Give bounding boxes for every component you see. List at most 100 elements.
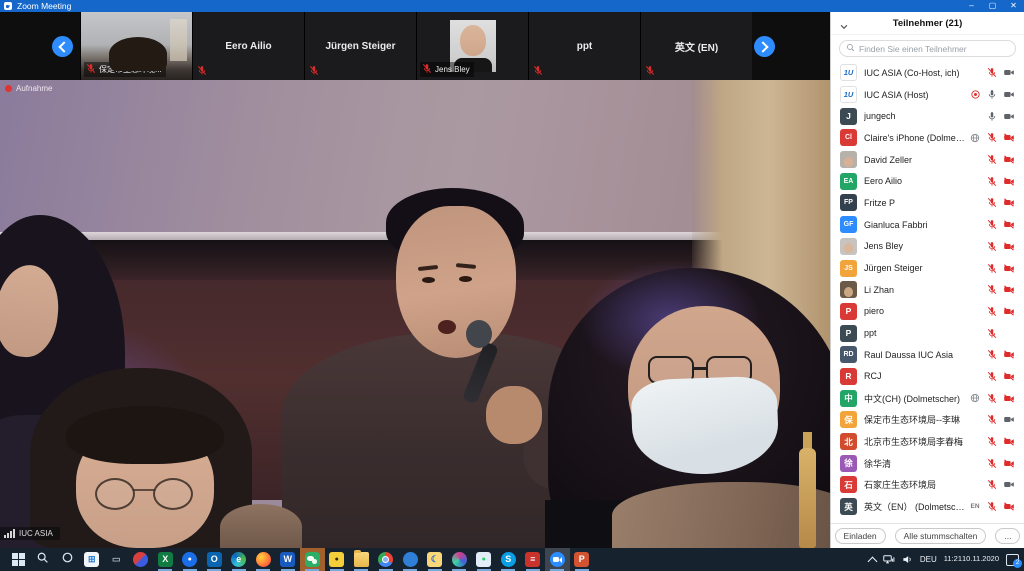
- participant-row[interactable]: 北北京市生态环境局李春梅: [831, 431, 1024, 453]
- filmstrip-tile[interactable]: Eero Ailio: [192, 12, 304, 80]
- search-input[interactable]: Finden Sie einen Teilnehmer: [839, 40, 1016, 57]
- whatsapp-icon[interactable]: ●: [472, 548, 497, 571]
- mic-muted-icon: [986, 262, 998, 274]
- participant-row[interactable]: 英英文（EN） (Dolmetscher)EN: [831, 496, 1024, 518]
- video-off-icon: [1003, 392, 1015, 404]
- participant-name: Gianluca Fabbri: [864, 220, 982, 230]
- skype-icon[interactable]: S: [496, 548, 521, 571]
- front-woman-bangs: [66, 406, 224, 464]
- filmstrip-next-button[interactable]: [754, 36, 775, 57]
- search-button[interactable]: [31, 548, 56, 571]
- active-speaker-badge: IUC ASIA: [0, 527, 60, 540]
- taskbar-icons: ⊞▭X●OeW●☾●S≡P: [6, 548, 594, 571]
- invite-button[interactable]: Einladen: [835, 528, 886, 544]
- store-icon[interactable]: ⊞: [80, 548, 105, 571]
- word-icon[interactable]: W: [276, 548, 301, 571]
- participant-row[interactable]: Jjungech: [831, 105, 1024, 127]
- meeting-app-icon[interactable]: ●: [178, 548, 203, 571]
- participant-row[interactable]: Li Zhan: [831, 279, 1024, 301]
- clock[interactable]: 11:21 10.11.2020: [944, 555, 999, 564]
- participant-avatar: 石: [840, 476, 857, 493]
- maximize-button[interactable]: ▢: [982, 0, 1003, 12]
- firefox-icon[interactable]: [251, 548, 276, 571]
- video-on-icon: [1003, 67, 1015, 79]
- participant-row[interactable]: David Zeller: [831, 149, 1024, 171]
- participant-row[interactable]: ClClaire's iPhone (Dolmetscher): [831, 127, 1024, 149]
- participant-row[interactable]: Pppt: [831, 322, 1024, 344]
- powerpoint-icon[interactable]: P: [570, 548, 595, 571]
- participant-avatar: 徐: [840, 455, 857, 472]
- participant-row[interactable]: 中中文(CH) (Dolmetscher): [831, 387, 1024, 409]
- tile-participant-name: Eero Ailio: [225, 41, 271, 52]
- participant-name: Jürgen Steiger: [864, 263, 982, 273]
- zoom-meeting-window: Zoom Meeting – ▢ ✕ 保定市生态环境...Eero AilioJ…: [0, 0, 1024, 571]
- outlook-icon[interactable]: O: [202, 548, 227, 571]
- minimize-button[interactable]: –: [961, 0, 982, 12]
- participant-row[interactable]: 保保定市生态环境局--李琳: [831, 409, 1024, 431]
- filmstrip-tile[interactable]: Jürgen Steiger: [304, 12, 416, 80]
- mic-muted-icon: [986, 479, 998, 491]
- collapse-chevron-icon[interactable]: [839, 19, 849, 29]
- filmstrip-tile[interactable]: 保定市生态环境...: [80, 12, 192, 80]
- participant-row[interactable]: RDRaul Daussa IUC Asia: [831, 344, 1024, 366]
- yellow-chat-icon[interactable]: ●: [325, 548, 350, 571]
- cloud-app-icon[interactable]: [398, 548, 423, 571]
- participant-row[interactable]: 1UIUC ASIA (Host): [831, 84, 1024, 106]
- active-speaker-name: IUC ASIA: [19, 529, 53, 538]
- filmstrip-tile[interactable]: 英文 (EN): [640, 12, 752, 80]
- participant-name: 徐华清: [864, 457, 982, 470]
- video-off-icon: [1003, 349, 1015, 361]
- excel-icon[interactable]: X: [153, 548, 178, 571]
- front-woman-glasses: [95, 478, 135, 510]
- language-indicator[interactable]: DEU: [920, 555, 937, 564]
- interpreter-globe-icon: [969, 132, 981, 144]
- tray-chevron-icon[interactable]: [869, 555, 876, 565]
- planet-app-icon[interactable]: [447, 548, 472, 571]
- participant-name: 中文(CH) (Dolmetscher): [864, 392, 965, 405]
- participant-row[interactable]: Jens Bley: [831, 236, 1024, 258]
- participant-row[interactable]: FPFritze P: [831, 192, 1024, 214]
- speaker-icon[interactable]: [902, 554, 913, 565]
- mute-all-button[interactable]: Alle stummschalten: [895, 528, 987, 544]
- mic-muted-icon: [986, 305, 998, 317]
- network-icon[interactable]: [883, 554, 895, 565]
- filmstrip-tile[interactable]: ppt: [528, 12, 640, 80]
- participant-row[interactable]: JSJürgen Steiger: [831, 257, 1024, 279]
- notes-app-icon[interactable]: ☾: [423, 548, 448, 571]
- windows-taskbar: ⊞▭X●OeW●☾●S≡P DEU 11:21 10.11.2020 2: [0, 548, 1024, 571]
- zoom-app-icon: [4, 2, 12, 10]
- participant-avatar: 中: [840, 390, 857, 407]
- wechat-icon[interactable]: [300, 548, 325, 571]
- mic-muted-icon: [986, 327, 998, 339]
- interpreter-globe-icon: [969, 392, 981, 404]
- pdf-app-icon[interactable]: ≡: [521, 548, 546, 571]
- filmstrip-tile[interactable]: Jens Bley: [416, 12, 528, 80]
- speaking-man-eye: [459, 276, 472, 282]
- chrome-icon[interactable]: [374, 548, 399, 571]
- filmstrip-prev-button[interactable]: [52, 36, 73, 57]
- participant-row[interactable]: 石石家庄生态环境局: [831, 474, 1024, 496]
- system-app-icon[interactable]: ▭: [104, 548, 129, 571]
- participant-name: Fritze P: [864, 198, 982, 208]
- more-options-button[interactable]: ...: [995, 528, 1020, 544]
- participant-row[interactable]: GFGianluca Fabbri: [831, 214, 1024, 236]
- mic-muted-icon: [986, 370, 998, 382]
- red-blue-app-icon[interactable]: [129, 548, 154, 571]
- participant-avatar: RD: [840, 346, 857, 363]
- participant-row[interactable]: 1UIUC ASIA (Co-Host, ich): [831, 62, 1024, 84]
- notification-center-icon[interactable]: 2: [1006, 554, 1019, 566]
- participant-row[interactable]: 徐徐华清: [831, 452, 1024, 474]
- participant-row[interactable]: RRCJ: [831, 366, 1024, 388]
- main-video[interactable]: Aufnahme IUC ASIA: [0, 80, 830, 548]
- close-button[interactable]: ✕: [1003, 0, 1024, 12]
- start-button[interactable]: [6, 548, 31, 571]
- file-explorer-icon[interactable]: [349, 548, 374, 571]
- edge-icon[interactable]: e: [227, 548, 252, 571]
- participant-name: jungech: [864, 111, 982, 121]
- speaking-man-mouth: [438, 320, 456, 334]
- participant-row[interactable]: Ppiero: [831, 301, 1024, 323]
- participant-row[interactable]: EAEero Ailio: [831, 170, 1024, 192]
- zoom-icon[interactable]: [545, 548, 570, 571]
- cortana-icon[interactable]: [55, 548, 80, 571]
- mic-muted-icon: [986, 67, 998, 79]
